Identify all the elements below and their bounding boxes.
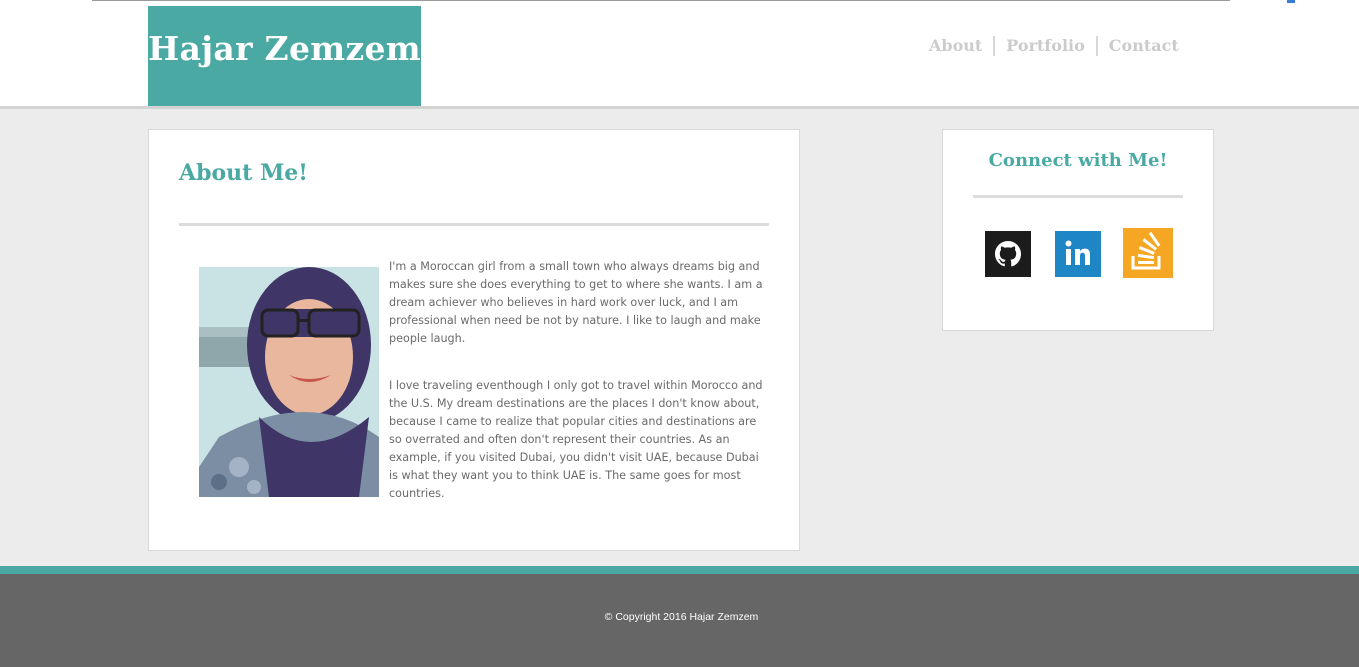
stackoverflow-icon — [1131, 231, 1161, 270]
about-divider — [179, 223, 769, 226]
address-bar-edge — [92, 0, 1230, 1]
stackoverflow-link[interactable] — [1123, 228, 1173, 278]
linkedin-link[interactable] — [1055, 231, 1101, 277]
github-icon — [995, 241, 1021, 267]
site-logo[interactable]: Hajar Zemzem — [148, 6, 421, 106]
connect-divider — [973, 195, 1183, 198]
connect-heading: Connect with Me! — [988, 150, 1168, 171]
about-paragraph: I'm a Moroccan girl from a small town wh… — [389, 260, 763, 345]
about-paragraph: I love traveling eventhough I only got t… — [389, 379, 763, 500]
site-header: Hajar Zemzem About Portfolio Contact — [0, 5, 1359, 109]
footer-accent-bar — [0, 566, 1359, 574]
copyright-text: © Copyright 2016 Hajar Zemzem — [604, 611, 759, 623]
nav-about-link[interactable]: About — [918, 35, 993, 57]
main-nav: About Portfolio Contact — [918, 34, 1190, 58]
connect-card: Connect with Me! — [942, 129, 1214, 331]
nav-contact-link[interactable]: Contact — [1098, 35, 1190, 57]
linkedin-icon — [1065, 240, 1090, 265]
about-heading: About Me! — [179, 160, 308, 186]
site-footer: © Copyright 2016 Hajar Zemzem — [0, 574, 1359, 667]
scroll-indicator — [1287, 0, 1295, 3]
nav-portfolio-link[interactable]: Portfolio — [995, 35, 1095, 57]
profile-photo-illustration — [199, 267, 379, 497]
profile-photo — [199, 267, 379, 497]
about-card: About Me! I'm a Moroccan girl from a sma… — [148, 129, 800, 551]
github-link[interactable] — [985, 231, 1031, 277]
